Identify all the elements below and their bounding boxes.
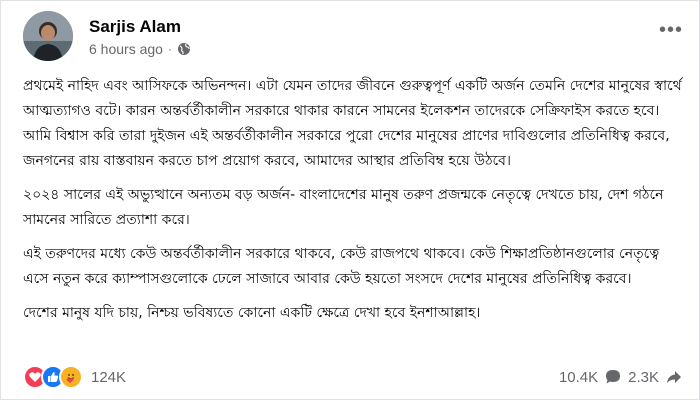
paragraph-4: দেশের মানুষ যদি চায়, নিশ্চয় ভবিষ্যতে ক… [23, 305, 481, 321]
avatar[interactable] [23, 11, 73, 61]
post-header: Sarjis Alam 6 hours ago · ••• [23, 11, 683, 61]
post-card: Sarjis Alam 6 hours ago · ••• প্রথমেই না… [0, 0, 700, 400]
globe-icon[interactable] [177, 42, 191, 56]
post-footer: 124K 10.4K 2.3K [23, 365, 683, 391]
reactions-summary[interactable]: 124K [23, 365, 126, 389]
paragraph-3: এই তরুণদের মধ্যে কেউ অন্তর্বর্তীকালীন সর… [23, 246, 660, 287]
paragraph-2: ২০২৪ সালের এই অভ্যুত্থানে অন্যতম বড় অর্… [23, 187, 664, 228]
share-icon[interactable] [665, 368, 683, 386]
post-body: প্রথমেই নাহিদ এবং আসিফকে অভিনন্দন। এটা য… [23, 74, 683, 335]
care-reaction-icon [59, 365, 83, 389]
post-meta: 6 hours ago · [89, 41, 191, 57]
share-count[interactable]: 2.3K [628, 369, 659, 386]
comment-count[interactable]: 10.4K [559, 369, 598, 386]
author-name[interactable]: Sarjis Alam [89, 17, 181, 37]
separator: · [167, 42, 172, 56]
more-options-icon[interactable]: ••• [659, 20, 683, 40]
comment-icon[interactable] [604, 368, 622, 386]
paragraph-1: প্রথমেই নাহিদ এবং আসিফকে অভিনন্দন। এটা য… [23, 78, 682, 169]
engagement-stats: 10.4K 2.3K [559, 368, 683, 386]
reaction-count[interactable]: 124K [91, 369, 126, 386]
timestamp[interactable]: 6 hours ago [89, 41, 163, 57]
